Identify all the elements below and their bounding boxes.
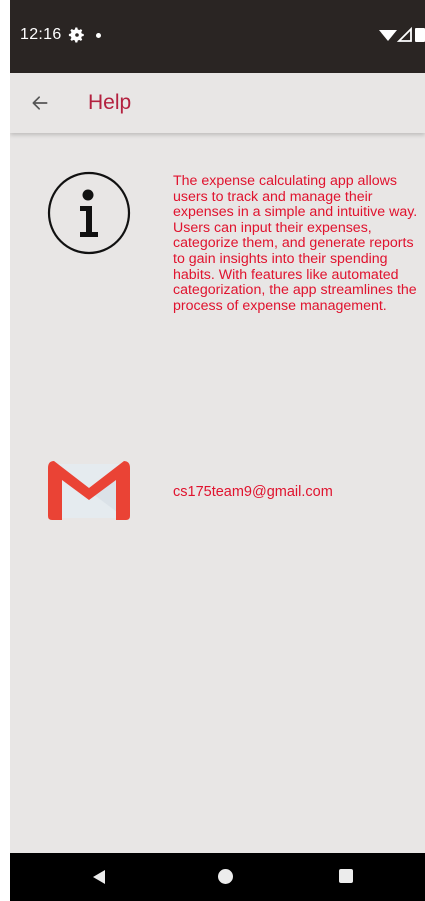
nav-back-icon[interactable] [91, 869, 107, 885]
status-time: 12:16 [20, 26, 62, 43]
system-status-icons [379, 26, 425, 42]
system-nav-bar [10, 853, 425, 901]
wifi-icon [379, 30, 397, 41]
app-screen: 12:16 Help The expense calculating app a… [10, 0, 425, 901]
arrow-left-icon [32, 96, 48, 110]
signal-icon [396, 26, 412, 42]
email-link[interactable]: cs175team9@gmail.com [173, 484, 333, 500]
gear-icon [68, 27, 84, 43]
nav-home-icon[interactable] [218, 869, 233, 884]
notification-dot-icon [96, 33, 101, 38]
nav-recents-icon[interactable] [339, 869, 353, 883]
battery-icon [415, 28, 425, 42]
top-app-bar: Help [10, 73, 425, 133]
status-bar: 12:16 [10, 0, 425, 73]
app-description: The expense calculating app allows users… [173, 173, 418, 314]
back-button[interactable] [24, 87, 56, 119]
page-title: Help [88, 91, 132, 114]
gmail-icon[interactable] [46, 458, 132, 522]
info-circle-icon [47, 171, 131, 255]
